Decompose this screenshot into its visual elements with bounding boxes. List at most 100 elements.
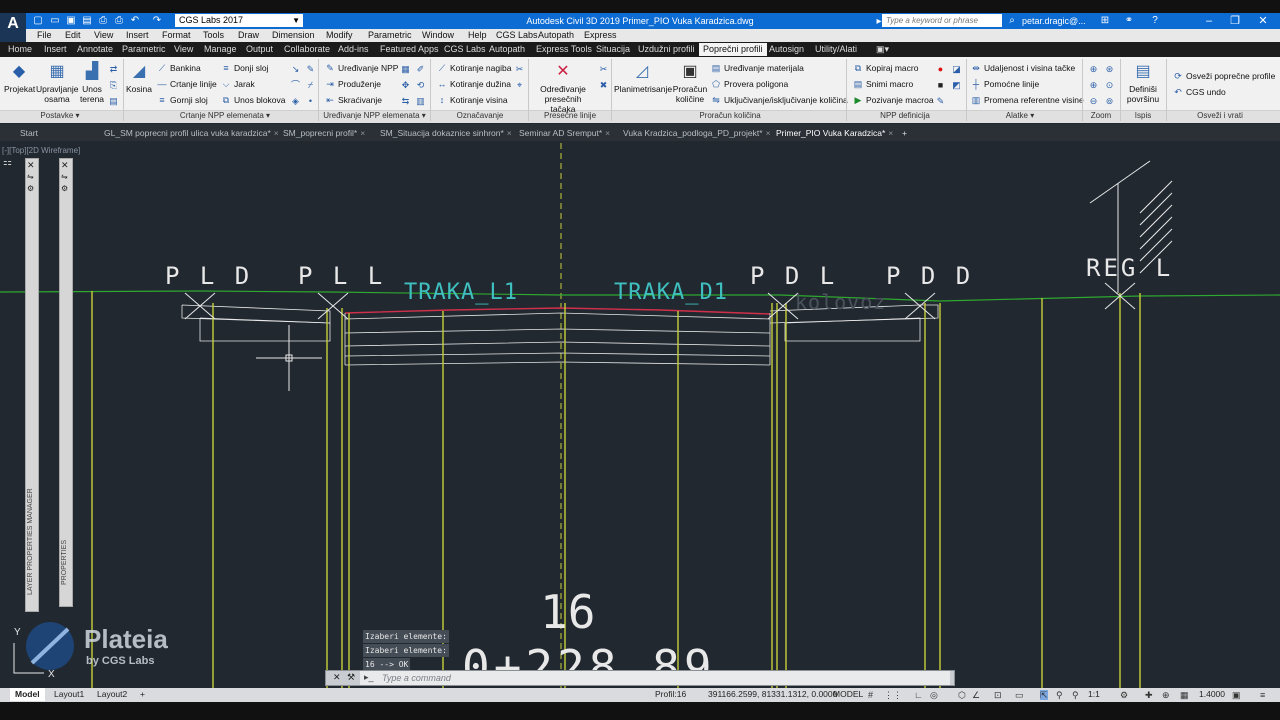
panel-proracun-title[interactable]: Proračun količina bbox=[690, 110, 770, 122]
zoom-all-icon[interactable]: ⊚ bbox=[1104, 96, 1115, 107]
model-space-toggle[interactable]: MODEL bbox=[833, 688, 863, 701]
close-icon[interactable]: × bbox=[507, 128, 512, 138]
zoom-in-icon[interactable]: ⊕ bbox=[1088, 80, 1099, 91]
macro-small-icon-1[interactable]: ◪ bbox=[951, 64, 962, 75]
cgs-undo-button[interactable]: ↶ CGS undo bbox=[1172, 86, 1225, 98]
zoom-previous-icon[interactable]: ⊙ bbox=[1104, 80, 1115, 91]
close-icon[interactable]: × bbox=[274, 128, 279, 138]
kotiranje-duzina-button[interactable]: ↔ Kotiranje dužina bbox=[436, 78, 511, 90]
palette-settings-icon[interactable]: ⚙ bbox=[61, 184, 68, 193]
panel-alatke-title[interactable]: Alatke ▾ bbox=[990, 110, 1050, 122]
draw-small-icon-5[interactable]: ⌿ bbox=[305, 80, 316, 91]
osvezi-profile-button[interactable]: ⟳ Osveži poprečne profile bbox=[1172, 70, 1275, 82]
upravljanje-osama-button[interactable]: ▦ Upravljanje osama bbox=[36, 62, 79, 104]
zoom-out-icon[interactable]: ⊖ bbox=[1088, 96, 1099, 107]
unos-terena-button[interactable]: ▟ Unos terena bbox=[78, 62, 106, 104]
definisi-povrsinu-button[interactable]: ▤ Definiši površinu bbox=[1124, 62, 1162, 104]
wrench-icon[interactable]: ⚒ bbox=[347, 672, 355, 683]
draw-small-icon-3[interactable]: ◈ bbox=[290, 96, 301, 107]
user-account[interactable]: petar.dragic@... bbox=[1022, 14, 1086, 28]
ribbon-options-icon[interactable]: ▣▾ bbox=[876, 43, 889, 56]
tab-output[interactable]: Output bbox=[246, 43, 273, 56]
presecne-tacke-button[interactable]: ✕ Određivanje presečnih tačaka bbox=[532, 62, 594, 114]
menu-parametric[interactable]: Parametric bbox=[368, 29, 412, 42]
publish-icon[interactable]: ⎙ bbox=[98, 16, 108, 26]
panel-npp-definicija-title[interactable]: NPP definicija bbox=[870, 110, 940, 122]
menu-draw[interactable]: Draw bbox=[238, 29, 259, 42]
uredjivanje-npp-button[interactable]: ✎ Uređivanje NPP bbox=[324, 62, 398, 74]
menu-format[interactable]: Format bbox=[162, 29, 191, 42]
kotiranje-nagiba-button[interactable]: ⟋ Kotiranje nagiba bbox=[436, 62, 512, 74]
menu-file[interactable]: File bbox=[37, 29, 52, 42]
kopiraj-macro-button[interactable]: ⧉ Kopiraj macro bbox=[852, 62, 919, 74]
edit-small-icon-3[interactable]: ⇆ bbox=[400, 96, 411, 107]
close-icon[interactable]: × bbox=[888, 128, 893, 138]
pomocne-linije-button[interactable]: ┼ Pomoćne linije bbox=[970, 78, 1039, 90]
draw-small-icon-6[interactable]: • bbox=[305, 96, 316, 107]
annot-small-icon-1[interactable]: ✂ bbox=[514, 64, 525, 75]
kotiranje-visina-button[interactable]: ↕ Kotiranje visina bbox=[436, 94, 508, 106]
panel-osvezi-title[interactable]: Osveži i vrati bbox=[1180, 110, 1260, 122]
object-snap-icon[interactable]: ⊡ bbox=[994, 690, 1002, 700]
gornji-sloj-button[interactable]: ≡ Gornji sloj bbox=[156, 94, 207, 106]
save-icon[interactable]: ▣ bbox=[66, 16, 76, 26]
zoom-window-icon[interactable]: ⊕ bbox=[1088, 64, 1099, 75]
tab-express-tools[interactable]: Express Tools bbox=[536, 43, 592, 56]
draw-small-icon-1[interactable]: ↘ bbox=[290, 64, 301, 75]
autohide-icon[interactable]: ⇋ bbox=[27, 172, 34, 181]
ortho-icon[interactable]: ∟ bbox=[914, 690, 923, 700]
skracivanje-button[interactable]: ⇤ Skraćivanje bbox=[324, 94, 382, 106]
settings-small-icon-3[interactable]: ▤ bbox=[108, 96, 119, 107]
menu-modify[interactable]: Modify bbox=[326, 29, 353, 42]
tab-situacija[interactable]: Situacija bbox=[596, 43, 630, 56]
close-icon[interactable]: ✕ bbox=[27, 160, 35, 171]
lineweight-value[interactable]: 1.4000 bbox=[1199, 688, 1225, 701]
bankina-button[interactable]: ⟋ Bankina bbox=[156, 62, 201, 74]
tab-manage[interactable]: Manage bbox=[204, 43, 237, 56]
panel-postavke-title[interactable]: Postavke ▾ bbox=[30, 110, 90, 122]
planimetrisanje-button[interactable]: ◿ Planimetrisanje bbox=[614, 62, 672, 94]
close-icon[interactable]: ✕ bbox=[333, 672, 341, 683]
cross-small-icon-2[interactable]: ✖ bbox=[598, 80, 609, 91]
menu-edit[interactable]: Edit bbox=[65, 29, 81, 42]
menu-autopath[interactable]: Autopath bbox=[538, 29, 574, 42]
new-tab-icon[interactable]: + bbox=[902, 126, 907, 140]
tab-uzduzni-profili[interactable]: Uzdužni profili bbox=[638, 43, 695, 56]
add-layout-icon[interactable]: + bbox=[140, 688, 145, 701]
record-icon[interactable]: ● bbox=[935, 64, 946, 75]
tab-collaborate[interactable]: Collaborate bbox=[284, 43, 330, 56]
tab-model[interactable]: Model bbox=[10, 688, 45, 701]
tab-utility-alati[interactable]: Utility/Alati bbox=[815, 43, 857, 56]
ukljucivanje-kolicina-button[interactable]: ⇋ Uključivanje/isključivanje količina bbox=[710, 94, 848, 106]
menu-window[interactable]: Window bbox=[422, 29, 454, 42]
snimi-macro-button[interactable]: ▤ Snimi macro bbox=[852, 78, 914, 90]
palette-settings-icon[interactable]: ⚙ bbox=[27, 184, 34, 193]
edit-small-icon-4[interactable]: ✐ bbox=[415, 64, 426, 75]
produzenje-button[interactable]: ⇥ Produženje bbox=[324, 78, 381, 90]
connect-icon[interactable]: ⚭ bbox=[1124, 16, 1134, 26]
annotation-scale-icon[interactable]: ⇱ bbox=[1040, 690, 1048, 700]
grid-icon[interactable]: # bbox=[868, 690, 873, 700]
close-icon[interactable]: ✕ bbox=[61, 160, 69, 171]
panel-zoom-title[interactable]: Zoom bbox=[1084, 110, 1118, 122]
menu-insert[interactable]: Insert bbox=[126, 29, 149, 42]
viewport-menu-icon[interactable]: ⚏ bbox=[3, 157, 12, 168]
save-as-icon[interactable]: ▤ bbox=[82, 16, 92, 26]
minimize-button[interactable]: – bbox=[1196, 13, 1222, 29]
projekat-button[interactable]: ◆ Projekat bbox=[4, 62, 35, 94]
annotation-visibility-icon[interactable]: ⚲ bbox=[1056, 690, 1063, 700]
viewport-controls[interactable]: [-][Top][2D Wireframe] bbox=[2, 146, 80, 155]
edit-small-icon-1[interactable]: ▦ bbox=[400, 64, 411, 75]
restore-button[interactable]: ❐ bbox=[1222, 13, 1248, 29]
menu-tools[interactable]: Tools bbox=[203, 29, 224, 42]
file-tab-seminar[interactable]: Seminar AD Sremput* × bbox=[519, 126, 610, 140]
help-search-input[interactable]: Type a keyword or phrase bbox=[882, 14, 1002, 27]
uredjivanje-materijala-button[interactable]: ▤ Uređivanje materijala bbox=[710, 62, 804, 74]
tab-add-ins[interactable]: Add-ins bbox=[338, 43, 369, 56]
help-icon[interactable]: ? bbox=[1150, 16, 1160, 26]
application-menu-button[interactable]: A bbox=[0, 13, 26, 42]
close-icon[interactable]: × bbox=[766, 128, 771, 138]
edit-small-icon-5[interactable]: ⟲ bbox=[415, 80, 426, 91]
snap-icon[interactable]: ⋮⋮ bbox=[884, 690, 902, 700]
file-tab-sm-poprecni[interactable]: SM_poprecni profil* × bbox=[283, 126, 365, 140]
